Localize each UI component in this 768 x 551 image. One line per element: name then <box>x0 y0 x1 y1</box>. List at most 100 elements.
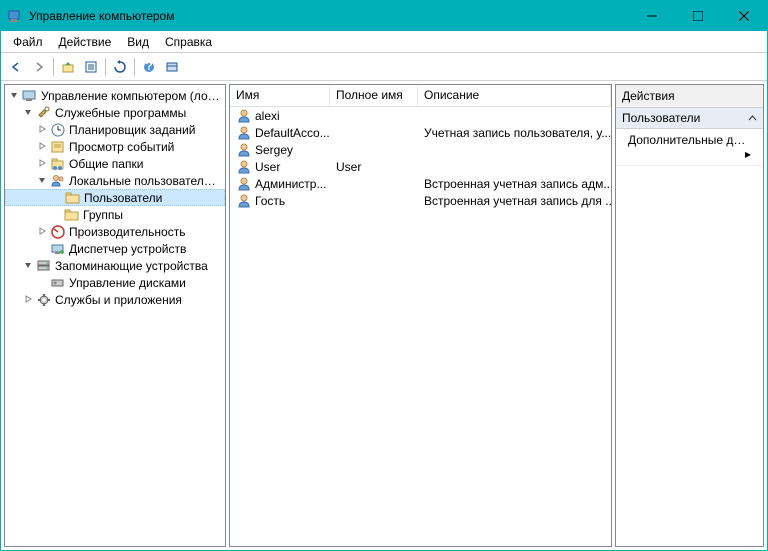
tree-label: Группы <box>83 208 123 222</box>
tree-disk-management[interactable]: Управление дисками <box>5 274 225 291</box>
column-fullname[interactable]: Полное имя <box>330 85 418 106</box>
list-row[interactable]: DefaultAcco...Учетная запись пользовател… <box>230 124 611 141</box>
cell-description: Встроенная учетная запись для ... <box>418 194 611 208</box>
maximize-button[interactable] <box>675 1 721 31</box>
app-icon <box>7 8 23 24</box>
tree-label: Планировщик заданий <box>69 123 195 137</box>
event-icon <box>50 139 66 155</box>
tree-label: Производительность <box>69 225 185 239</box>
cell-name: Администр... <box>230 176 330 192</box>
tree-event-viewer[interactable]: Просмотр событий <box>5 138 225 155</box>
tools-icon <box>36 105 52 121</box>
collapse-icon[interactable] <box>9 90 20 101</box>
actions-header: Действия <box>616 85 763 108</box>
actions-more[interactable]: Дополнительные дей... ▸ <box>616 129 763 166</box>
computer-icon <box>22 88 38 104</box>
disk-icon <box>50 275 66 291</box>
expand-icon[interactable] <box>37 158 48 169</box>
cell-description: Встроенная учетная запись адм... <box>418 177 611 191</box>
tree-task-scheduler[interactable]: Планировщик заданий <box>5 121 225 138</box>
users-group-icon <box>50 173 66 189</box>
tree-label: Просмотр событий <box>69 140 174 154</box>
collapse-icon[interactable] <box>23 107 34 118</box>
refresh-button[interactable] <box>109 56 131 78</box>
list-row[interactable]: Администр... Встроенная учетная запись ад… <box>230 175 611 192</box>
tree-local-users-groups[interactable]: Локальные пользователи и группы <box>5 172 225 189</box>
twisty-blank <box>37 243 48 254</box>
tree-label: Управление компьютером (локальным) <box>41 89 221 103</box>
shared-folder-icon <box>50 156 66 172</box>
expand-icon[interactable] <box>23 294 34 305</box>
menu-view[interactable]: Вид <box>119 33 157 51</box>
gauge-icon <box>50 224 66 240</box>
tree-services-apps[interactable]: Службы и приложения <box>5 291 225 308</box>
properties-button[interactable] <box>80 56 102 78</box>
list-row[interactable]: Гость Встроенная учетная запись для ... <box>230 192 611 209</box>
tree-label: Запоминающие устройства <box>55 259 208 273</box>
close-button[interactable] <box>721 1 767 31</box>
tree-root[interactable]: Управление компьютером (локальным) <box>5 87 225 104</box>
list-row[interactable]: Sergey <box>230 141 611 158</box>
tree-body: Управление компьютером (локальным) Служе… <box>5 85 225 310</box>
list-row[interactable]: alexi <box>230 107 611 124</box>
up-button[interactable] <box>57 56 79 78</box>
tree-performance[interactable]: Производительность <box>5 223 225 240</box>
tree-label: Управление дисками <box>69 276 186 290</box>
user-icon <box>236 142 252 158</box>
device-icon <box>50 241 66 257</box>
column-name[interactable]: Имя <box>230 85 330 106</box>
tree-users[interactable]: Пользователи <box>5 189 225 206</box>
menu-action[interactable]: Действие <box>51 33 120 51</box>
cell-name: alexi <box>230 108 330 124</box>
menu-file[interactable]: Файл <box>5 33 51 51</box>
cell-name: User <box>230 159 330 175</box>
collapse-icon[interactable] <box>37 175 48 186</box>
tree-device-manager[interactable]: Диспетчер устройств <box>5 240 225 257</box>
list-pane: Имя Полное имя Описание alexiDefaultAcco… <box>229 84 612 547</box>
expand-icon[interactable] <box>37 141 48 152</box>
menu-help[interactable]: Справка <box>157 33 220 51</box>
content-area: Управление компьютером (локальным) Служе… <box>1 81 767 550</box>
twisty-blank <box>52 192 63 203</box>
actions-more-label: Дополнительные дей... <box>628 133 757 147</box>
cell-name: DefaultAcco... <box>230 125 330 141</box>
tree-label: Диспетчер устройств <box>69 242 186 256</box>
user-icon <box>236 125 252 141</box>
back-button[interactable] <box>5 56 27 78</box>
user-icon <box>236 108 252 124</box>
view-button[interactable] <box>161 56 183 78</box>
clock-icon <box>50 122 66 138</box>
twisty-blank <box>37 277 48 288</box>
actions-section[interactable]: Пользователи <box>616 108 763 129</box>
list-header: Имя Полное имя Описание <box>230 85 611 107</box>
tree-shared-folders[interactable]: Общие папки <box>5 155 225 172</box>
tree-storage[interactable]: Запоминающие устройства <box>5 257 225 274</box>
expand-icon[interactable] <box>37 124 48 135</box>
tree-system-tools[interactable]: Служебные программы <box>5 104 225 121</box>
user-icon <box>236 176 252 192</box>
expand-icon[interactable] <box>37 226 48 237</box>
cell-name: Гость <box>230 193 330 209</box>
cell-fullname: User <box>330 160 418 174</box>
user-name-label: Администр... <box>255 177 326 191</box>
user-name-label: User <box>255 160 280 174</box>
cell-name: Sergey <box>230 142 330 158</box>
toolbar-separator <box>134 58 135 76</box>
minimize-button[interactable] <box>629 1 675 31</box>
list-body: alexiDefaultAcco...Учетная запись пользо… <box>230 107 611 546</box>
user-name-label: Гость <box>255 194 285 208</box>
forward-button[interactable] <box>28 56 50 78</box>
gear-icon <box>36 292 52 308</box>
user-icon <box>236 159 252 175</box>
tree-label: Пользователи <box>84 191 162 205</box>
help-button[interactable]: ? <box>138 56 160 78</box>
toolbar-separator <box>53 58 54 76</box>
collapse-icon[interactable] <box>23 260 34 271</box>
user-icon <box>236 193 252 209</box>
tree-groups[interactable]: Группы <box>5 206 225 223</box>
twisty-blank <box>51 209 62 220</box>
column-description[interactable]: Описание <box>418 85 611 106</box>
list-row[interactable]: User User <box>230 158 611 175</box>
toolbar: ? <box>1 53 767 81</box>
window-title: Управление компьютером <box>29 9 629 23</box>
